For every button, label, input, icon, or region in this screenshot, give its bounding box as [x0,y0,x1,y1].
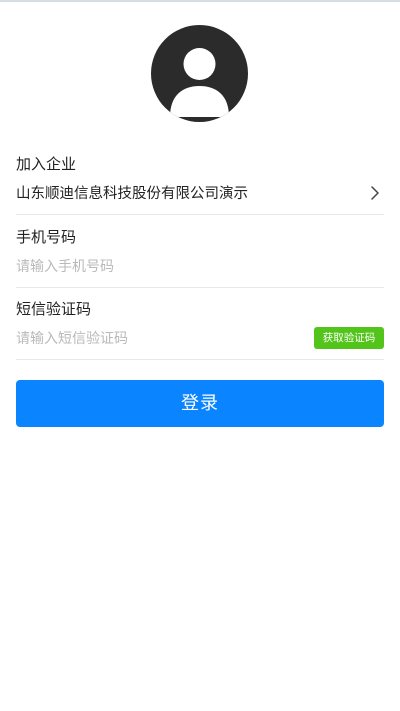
sms-code-input[interactable]: 请输入短信验证码 获取验证码 [16,327,384,349]
sms-label: 短信验证码 [16,300,92,318]
company-label: 加入企业 [16,155,77,173]
divider [16,214,384,215]
user-avatar-icon [151,25,248,122]
chevron-right-icon [371,186,379,200]
login-button[interactable]: 登录 [16,380,384,427]
avatar[interactable] [151,25,248,122]
sms-placeholder: 请输入短信验证码 [16,331,128,347]
divider [16,287,384,288]
divider [16,359,384,360]
company-selector[interactable]: 山东顺迪信息科技股份有限公司演示 [16,182,384,204]
get-code-button[interactable]: 获取验证码 [314,327,384,349]
sms-section: 短信验证码 请输入短信验证码 获取验证码 [16,299,384,349]
phone-section: 手机号码 请输入手机号码 [16,227,384,277]
company-value: 山东顺迪信息科技股份有限公司演示 [16,186,248,202]
phone-label: 手机号码 [16,228,77,246]
phone-placeholder: 请输入手机号码 [16,259,114,275]
top-border [0,0,400,2]
company-section: 加入企业 山东顺迪信息科技股份有限公司演示 [16,154,384,204]
phone-input[interactable]: 请输入手机号码 [16,255,384,277]
